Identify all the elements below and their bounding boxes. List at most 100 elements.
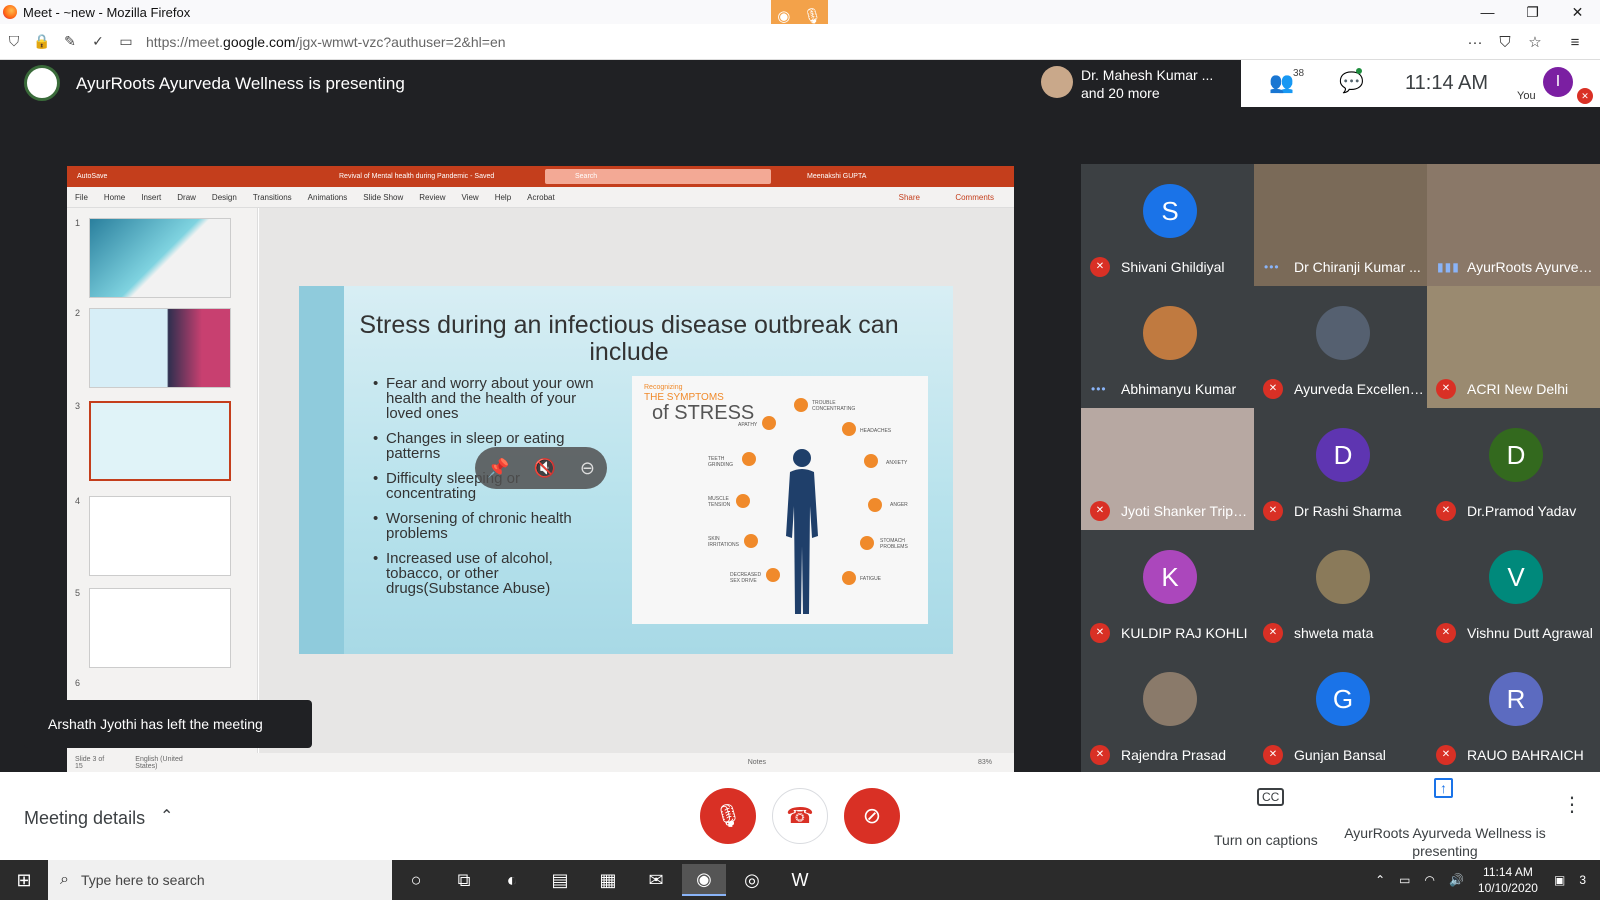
camera-blocked-icon[interactable]: ✎ [56, 33, 84, 50]
firefox-icon[interactable]: ◉ [682, 864, 726, 896]
ppt-menu-design[interactable]: Design [212, 193, 237, 202]
ppt-search[interactable]: Search [545, 169, 771, 184]
thumb-number: 2 [75, 308, 81, 318]
camera-toggle-button[interactable]: ⊘ [844, 788, 900, 844]
ppt-menu-transitions[interactable]: Transitions [253, 193, 292, 202]
participant-tile[interactable]: ▮▮▮ AyurRoots Ayurved... [1427, 164, 1600, 286]
ppt-menu-file[interactable]: File [75, 193, 88, 202]
captions-button[interactable]: Turn on captions [1214, 832, 1318, 848]
participant-tile[interactable]: S ✕ Shivani Ghildiyal [1081, 164, 1254, 286]
mic-toggle-button[interactable]: 🎙 [700, 788, 756, 844]
windows-start-icon[interactable]: ⊞ [0, 860, 48, 900]
ppt-menu-animations[interactable]: Animations [308, 193, 348, 202]
self-avatar[interactable]: I [1543, 67, 1573, 97]
mic-off-icon: ✕ [1263, 501, 1283, 521]
slide-thumbnail-selected[interactable] [89, 401, 231, 481]
language-indicator: English (United States) [135, 755, 183, 770]
mic-off-icon: ✕ [1263, 379, 1283, 399]
task-view-icon[interactable]: ⧉ [442, 864, 486, 896]
participant-tile[interactable]: K ✕ KULDIP RAJ KOHLI [1081, 530, 1254, 652]
participant-tile[interactable]: ✕ shweta mata [1254, 530, 1427, 652]
zoom-level[interactable]: 83% [978, 759, 992, 766]
pin-icon[interactable]: 📌 [487, 458, 509, 479]
stress-infographic: Recognizing THE SYMPTOMS of STRESS APATH… [632, 376, 928, 624]
participant-tile[interactable]: ••• Dr Chiranji Kumar ... [1254, 164, 1427, 286]
avatar [1316, 306, 1370, 360]
present-screen-icon[interactable]: ↑ [1434, 778, 1453, 798]
symptom-label: TROUBLE CONCENTRATING [812, 400, 856, 412]
mic-permission-icon[interactable]: ✓ [84, 33, 112, 50]
mute-audio-icon[interactable]: 🔇 [533, 458, 555, 479]
edge-icon[interactable]: ◐ [490, 864, 534, 896]
slide-thumbnail[interactable] [89, 308, 231, 388]
notification-icon[interactable]: ▣ [1554, 873, 1565, 887]
participant-tile[interactable]: ••• Abhimanyu Kumar [1081, 286, 1254, 408]
participant-tile[interactable]: ✕ Ayurveda Excellence [1254, 286, 1427, 408]
ppt-menu-slideshow[interactable]: Slide Show [363, 193, 403, 202]
menu-icon[interactable]: ≡ [1550, 34, 1600, 51]
participant-tile[interactable]: ✕ Rajendra Prasad [1081, 652, 1254, 774]
ppt-menu-review[interactable]: Review [419, 193, 445, 202]
store-icon[interactable]: ▦ [586, 864, 630, 896]
close-icon[interactable]: ✕ [1555, 0, 1600, 24]
avatar: G [1316, 672, 1370, 726]
meet-controls-bar: Meeting details ⌃ 🎙 ☎ ⊘ CC Turn on capti… [0, 772, 1600, 860]
lock-icon[interactable]: 🔒 [28, 33, 56, 50]
ppt-comments-button[interactable]: Comments [955, 193, 994, 202]
maximize-icon[interactable]: ❐ [1510, 0, 1555, 24]
volume-icon[interactable]: 🔊 [1449, 873, 1464, 887]
pocket-icon[interactable]: ⛉ [1490, 34, 1520, 51]
participant-tile[interactable]: R ✕ RAUO BAHRAICH [1427, 652, 1600, 774]
screen-share-icon[interactable]: ▭ [112, 33, 140, 50]
participant-tile[interactable]: ✕ ACRI New Delhi [1427, 286, 1600, 408]
ppt-menu-acrobat[interactable]: Acrobat [527, 193, 555, 202]
participant-tile[interactable]: ✕ Jyoti Shanker Tripa... [1081, 408, 1254, 530]
captions-icon[interactable]: CC [1257, 788, 1285, 806]
participant-tile[interactable]: V ✕ Vishnu Dutt Agrawal [1427, 530, 1600, 652]
mic-off-icon: ✕ [1263, 623, 1283, 643]
chrome-icon[interactable]: ◎ [730, 864, 774, 896]
url-text[interactable]: https://meet.google.com/jgx-wmwt-vzc?aut… [146, 34, 506, 50]
slide-thumbnail[interactable] [89, 496, 231, 576]
file-explorer-icon[interactable]: ▤ [538, 864, 582, 896]
mail-icon[interactable]: ✉ [634, 864, 678, 896]
cortana-icon[interactable]: ○ [394, 864, 438, 896]
more-options-icon[interactable]: ⋮ [1562, 792, 1582, 817]
chevron-up-icon[interactable]: ⌃ [160, 806, 173, 826]
battery-icon[interactable]: ▭ [1399, 873, 1410, 887]
taskbar-clock[interactable]: 11:14 AM 10/10/2020 [1478, 864, 1538, 896]
ppt-share-button[interactable]: Share [899, 193, 920, 202]
chevron-up-icon[interactable]: ⌃ [1375, 873, 1385, 887]
participant-tile[interactable]: D ✕ Dr Rashi Sharma [1254, 408, 1427, 530]
participant-tile[interactable]: D ✕ Dr.Pramod Yadav [1427, 408, 1600, 530]
slide-thumbnail[interactable] [89, 588, 231, 668]
participant-tile[interactable]: G ✕ Gunjan Bansal [1254, 652, 1427, 774]
leave-call-button[interactable]: ☎ [772, 788, 828, 844]
word-icon[interactable]: W [778, 864, 822, 896]
ppt-menu-help[interactable]: Help [495, 193, 511, 202]
ppt-menu-home[interactable]: Home [104, 193, 125, 202]
bookmark-star-icon[interactable]: ☆ [1520, 33, 1550, 51]
shield-icon[interactable]: ⛉ [0, 33, 28, 50]
participant-name: Gunjan Bansal [1294, 747, 1386, 763]
people-icon[interactable]: 👥 [1269, 70, 1294, 95]
you-label: You [1517, 90, 1536, 102]
meeting-details-button[interactable]: Meeting details [24, 808, 145, 829]
microphone-sharing-icon: 🎙 [802, 7, 822, 25]
page-actions-icon[interactable]: ··· [1460, 34, 1490, 51]
ppt-menu-insert[interactable]: Insert [141, 193, 161, 202]
ppt-menu-draw[interactable]: Draw [177, 193, 196, 202]
presenting-button[interactable]: AyurRoots Ayurveda Wellness is presentin… [1340, 824, 1550, 860]
slide-thumbnail[interactable] [89, 218, 231, 298]
wifi-icon[interactable]: ◠ [1424, 873, 1434, 887]
meeting-clock: 11:14 AM [1405, 72, 1489, 94]
ppt-menu-view[interactable]: View [462, 193, 479, 202]
remove-icon[interactable]: ⊖ [580, 458, 595, 479]
notes-button[interactable]: Notes [748, 759, 766, 766]
address-bar[interactable]: ⛉ 🔒 ✎ ✓ ▭ https://meet.google.com/jgx-wm… [0, 24, 1600, 60]
taskbar-search[interactable]: ⌕ Type here to search [48, 860, 392, 900]
minimize-icon[interactable]: — [1465, 0, 1510, 24]
bullet: Increased use of alcohol, tobacco, or ot… [373, 551, 613, 596]
participant-name: Vishnu Dutt Agrawal [1467, 625, 1593, 641]
autosave-toggle[interactable]: AutoSave [77, 173, 107, 180]
